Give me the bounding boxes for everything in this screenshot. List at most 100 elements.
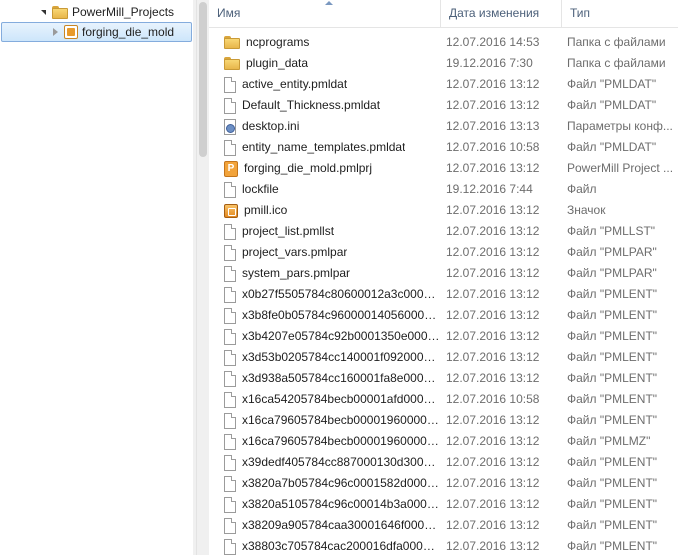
- file-name-cell: x3820a7b05784c96c0001582d0000...: [224, 473, 440, 494]
- file-date: 12.07.2016 13:12: [446, 371, 540, 385]
- file-name: x38209a905784caa30001646f00000...: [242, 518, 440, 532]
- file-row[interactable]: x16ca79605784becb000019600000... 12.07.20…: [209, 410, 678, 431]
- file-name-cell: project_list.pmllst: [224, 221, 440, 242]
- file-icon: [224, 328, 236, 345]
- file-date: 12.07.2016 13:12: [446, 329, 540, 343]
- file-name-cell: entity_name_templates.pmldat: [224, 137, 440, 158]
- file-name-cell: x3b4207e05784c92b0001350e0000...: [224, 326, 440, 347]
- file-row[interactable]: system_pars.pmlpar 12.07.2016 13:12 Файл "…: [209, 263, 678, 284]
- column-date[interactable]: Дата изменения: [441, 0, 562, 27]
- folder-icon: [224, 36, 240, 49]
- file-icon: [224, 286, 236, 303]
- file-date: 12.07.2016 13:13: [446, 119, 540, 133]
- file-name-cell: x0b27f5505784c80600012a3c00000...: [224, 284, 440, 305]
- scrollbar-thumb[interactable]: [199, 2, 207, 157]
- file-icon: [224, 496, 236, 513]
- file-row[interactable]: x0b27f5505784c80600012a3c00000... 12.07.2…: [209, 284, 678, 305]
- file-row[interactable]: x3d53b0205784cc140001f0920000... 12.07.20…: [209, 347, 678, 368]
- file-name: entity_name_templates.pmldat: [242, 140, 406, 154]
- file-row[interactable]: lockfile 19.12.2016 7:44 Файл: [209, 179, 678, 200]
- file-icon: [224, 181, 236, 198]
- file-row[interactable]: x3b4207e05784c92b0001350e0000... 12.07.20…: [209, 326, 678, 347]
- file-name: x16ca79605784becb000019600000...: [242, 434, 440, 448]
- file-name-cell: lockfile: [224, 179, 440, 200]
- file-type: Файл "PMLENT": [567, 371, 658, 385]
- file-name: project_list.pmllst: [242, 224, 335, 238]
- file-row[interactable]: active_entity.pmldat 12.07.2016 13:12 Файл…: [209, 74, 678, 95]
- file-row[interactable]: ncprograms 12.07.2016 14:53 Папка с файлам…: [209, 32, 678, 53]
- file-name: x38803c705784cac200016dfa00000...: [242, 539, 440, 553]
- file-row[interactable]: project_list.pmllst 12.07.2016 13:12 Файл …: [209, 221, 678, 242]
- tree-scrollbar[interactable]: [196, 0, 209, 555]
- expand-toggle[interactable]: [38, 7, 48, 17]
- powermill-icon: P: [224, 160, 238, 177]
- file-type: Параметры конф...: [567, 119, 673, 133]
- file-type: Файл "PMLENT": [567, 413, 658, 427]
- file-type: Файл "PMLENT": [567, 476, 658, 490]
- file-name: lockfile: [242, 182, 279, 196]
- file-icon: [224, 139, 236, 156]
- file-name: x16ca54205784becb00001afd0000...: [242, 392, 440, 406]
- file-name-cell: pmill.ico: [224, 200, 440, 221]
- file-name-cell: desktop.ini: [224, 116, 440, 137]
- file-row[interactable]: desktop.ini 12.07.2016 13:13 Параметры кон…: [209, 116, 678, 137]
- file-name: pmill.ico: [244, 203, 288, 217]
- file-name: plugin_data: [246, 56, 309, 70]
- file-name: x16ca79605784becb000019600000...: [242, 413, 440, 427]
- file-icon: [224, 307, 236, 324]
- file-name: project_vars.pmlpar: [242, 245, 348, 259]
- file-date: 12.07.2016 13:12: [446, 245, 540, 259]
- file-row[interactable]: x3820a5105784c96c00014b3a0000... 12.07.20…: [209, 494, 678, 515]
- file-name: x3b4207e05784c92b0001350e0000...: [242, 329, 440, 343]
- file-date: 12.07.2016 13:12: [446, 224, 540, 238]
- file-row[interactable]: Pforging_die_mold.pmlprj 12.07.2016 13:12…: [209, 158, 678, 179]
- settings-icon: [224, 118, 236, 135]
- file-name: forging_die_mold.pmlprj: [244, 161, 373, 175]
- file-row[interactable]: pmill.ico 12.07.2016 13:12 Значок: [209, 200, 678, 221]
- file-name-cell: x3d53b0205784cc140001f0920000...: [224, 347, 440, 368]
- file-row[interactable]: x3820a7b05784c96c0001582d0000... 12.07.20…: [209, 473, 678, 494]
- folder-icon: [52, 5, 68, 19]
- file-type: Файл "PMLENT": [567, 287, 658, 301]
- file-row[interactable]: x38803c705784cac200016dfa00000... 12.07.2…: [209, 536, 678, 555]
- tree-item-forging-die-mold[interactable]: forging_die_mold: [1, 22, 192, 42]
- file-date: 12.07.2016 13:12: [446, 266, 540, 280]
- file-type: Файл "PMLMZ": [567, 434, 651, 448]
- file-name-cell: x39dedf405784cc887000130d30000...: [224, 452, 440, 473]
- file-name: x3d938a505784cc160001fa8e00000...: [242, 371, 440, 385]
- file-icon: [224, 412, 236, 429]
- file-name: ncprograms: [246, 35, 310, 49]
- file-type: Файл "PMLLST": [567, 224, 656, 238]
- file-name: x3820a5105784c96c00014b3a0000...: [242, 497, 440, 511]
- file-row[interactable]: project_vars.pmlpar 12.07.2016 13:12 Файл …: [209, 242, 678, 263]
- file-row[interactable]: x16ca54205784becb00001afd0000... 12.07.20…: [209, 389, 678, 410]
- file-icon: [224, 244, 236, 261]
- file-icon: [224, 349, 236, 366]
- file-type: Файл "PMLDAT": [567, 98, 657, 112]
- file-date: 12.07.2016 13:12: [446, 497, 540, 511]
- file-type: Файл "PMLENT": [567, 329, 658, 343]
- collapse-toggle[interactable]: [50, 27, 60, 37]
- file-row[interactable]: x38209a905784caa30001646f00000... 12.07.2…: [209, 515, 678, 536]
- column-type[interactable]: Тип: [562, 0, 678, 27]
- file-row[interactable]: x3b8fe0b05784c960000140560000... 12.07.20…: [209, 305, 678, 326]
- file-row[interactable]: plugin_data 19.12.2016 7:30 Папка с файлам…: [209, 53, 678, 74]
- file-date: 12.07.2016 13:12: [446, 287, 540, 301]
- file-row[interactable]: x39dedf405784cc887000130d30000... 12.07.2…: [209, 452, 678, 473]
- file-row[interactable]: x3d938a505784cc160001fa8e00000... 12.07.2…: [209, 368, 678, 389]
- file-type: Файл "PMLENT": [567, 308, 658, 322]
- file-row[interactable]: entity_name_templates.pmldat 12.07.2016 1…: [209, 137, 678, 158]
- file-date: 12.07.2016 13:12: [446, 539, 540, 553]
- file-row[interactable]: Default_Thickness.pmldat 12.07.2016 13:12…: [209, 95, 678, 116]
- tree-item-powermill-projects[interactable]: PowerMill_Projects: [38, 2, 193, 22]
- file-date: 12.07.2016 10:58: [446, 392, 540, 406]
- file-name-cell: x3d938a505784cc160001fa8e00000...: [224, 368, 440, 389]
- file-row[interactable]: x16ca79605784becb000019600000... 12.07.20…: [209, 431, 678, 452]
- file-name-cell: x38209a905784caa30001646f00000...: [224, 515, 440, 536]
- file-date: 19.12.2016 7:44: [446, 182, 533, 196]
- file-icon: [224, 475, 236, 492]
- project-icon: [64, 25, 78, 39]
- file-icon: [224, 538, 236, 555]
- file-date: 12.07.2016 13:12: [446, 518, 540, 532]
- navigation-tree: PowerMill_Projects forging_die_mold: [0, 0, 193, 555]
